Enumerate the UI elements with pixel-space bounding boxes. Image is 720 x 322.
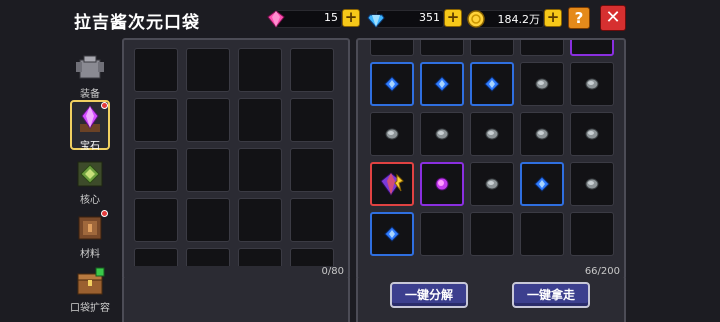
blue-gem-slot[interactable] bbox=[520, 162, 564, 206]
grey-gem-slot[interactable] bbox=[470, 162, 514, 206]
armor-icon bbox=[76, 55, 104, 79]
inventory-slot[interactable] bbox=[520, 40, 564, 56]
special-gem-icon bbox=[380, 172, 404, 196]
core-icon bbox=[77, 161, 103, 187]
blue-gem-slot[interactable] bbox=[470, 62, 514, 106]
empty-slot[interactable] bbox=[290, 198, 334, 242]
blue-gem-icon bbox=[484, 76, 500, 92]
nav-label: 口袋扩容 bbox=[70, 303, 110, 314]
grey-gem-slot[interactable] bbox=[420, 112, 464, 156]
blue-gem-slot[interactable] bbox=[420, 62, 464, 106]
empty-slot[interactable] bbox=[186, 148, 230, 192]
pink-gem-value: 15 bbox=[324, 11, 338, 24]
empty-slot[interactable] bbox=[570, 212, 614, 256]
empty-slot[interactable] bbox=[134, 248, 178, 266]
empty-slot[interactable] bbox=[420, 212, 464, 256]
inventory-slot[interactable] bbox=[370, 40, 414, 56]
inventory-slot[interactable] bbox=[420, 40, 464, 56]
empty-slot[interactable] bbox=[238, 248, 282, 266]
grey-gem-slot[interactable] bbox=[470, 112, 514, 156]
empty-slot[interactable] bbox=[290, 248, 334, 266]
blue-gem-slot[interactable] bbox=[370, 62, 414, 106]
empty-slot[interactable] bbox=[290, 48, 334, 92]
nav-item-materials[interactable]: 材料 bbox=[66, 210, 114, 264]
blue-gem-icon bbox=[384, 226, 400, 242]
notification-badge bbox=[101, 210, 108, 217]
gold-coin-value: 184.2万 bbox=[497, 13, 541, 26]
purple-gem-icon bbox=[435, 177, 449, 191]
empty-slot[interactable] bbox=[186, 98, 230, 142]
grey-gem-icon bbox=[585, 178, 599, 190]
grey-gem-slot[interactable] bbox=[370, 112, 414, 156]
empty-slot[interactable] bbox=[238, 148, 282, 192]
empty-slot[interactable] bbox=[290, 148, 334, 192]
page-title: 拉吉酱次元口袋 bbox=[74, 13, 200, 33]
empty-slot[interactable] bbox=[238, 98, 282, 142]
nav-item-core[interactable]: 核心 bbox=[66, 158, 114, 210]
empty-slot[interactable] bbox=[238, 48, 282, 92]
help-button[interactable]: ? bbox=[568, 7, 590, 29]
empty-slot[interactable] bbox=[134, 198, 178, 242]
empty-slot[interactable] bbox=[134, 48, 178, 92]
nav-label: 装备 bbox=[80, 89, 100, 100]
empty-slot[interactable] bbox=[134, 98, 178, 142]
decompose-all-button[interactable]: 一键分解 bbox=[390, 282, 468, 308]
empty-slot[interactable] bbox=[238, 198, 282, 242]
empty-slot[interactable] bbox=[134, 148, 178, 192]
pocket-storage-panel: 0/80 bbox=[122, 38, 350, 280]
purple-gem-slot[interactable] bbox=[420, 162, 464, 206]
notification-badge bbox=[101, 102, 108, 109]
empty-slot[interactable] bbox=[470, 212, 514, 256]
blue-gem-slot[interactable] bbox=[370, 212, 414, 256]
inventory-slot[interactable] bbox=[570, 40, 614, 56]
inventory-slot[interactable] bbox=[470, 40, 514, 56]
empty-slot[interactable] bbox=[186, 48, 230, 92]
blue-gem-icon bbox=[434, 76, 450, 92]
special-gem-slot[interactable] bbox=[370, 162, 414, 206]
grey-gem-icon bbox=[585, 78, 599, 90]
grey-gem-slot[interactable] bbox=[570, 62, 614, 106]
nav-label: 宝石 bbox=[80, 141, 100, 152]
inventory-capacity: 66/200 bbox=[584, 266, 620, 277]
buy-pink-gem-button[interactable]: + bbox=[342, 9, 360, 27]
close-button[interactable]: ✕ bbox=[600, 5, 626, 31]
grey-gem-icon bbox=[585, 128, 599, 140]
grey-gem-icon bbox=[435, 128, 449, 140]
blue-gem-icon bbox=[534, 176, 550, 192]
blue-diamond-value: 351 bbox=[419, 11, 440, 24]
empty-slot[interactable] bbox=[520, 212, 564, 256]
pink-gem-counter: 15 + bbox=[266, 8, 360, 30]
grey-gem-icon bbox=[385, 128, 399, 140]
take-all-button[interactable]: 一键拿走 bbox=[512, 282, 590, 308]
grey-gem-icon bbox=[535, 78, 549, 90]
blue-gem-icon bbox=[384, 76, 400, 92]
gem-inventory-panel: 66/200 bbox=[356, 38, 626, 280]
grey-gem-slot[interactable] bbox=[520, 112, 564, 156]
grey-gem-icon bbox=[535, 128, 549, 140]
nav-item-equipment[interactable]: 装备 bbox=[66, 52, 114, 104]
chest-expand-icon bbox=[77, 267, 105, 295]
grey-gem-slot[interactable] bbox=[520, 62, 564, 106]
material-box-icon bbox=[78, 216, 102, 240]
empty-slot[interactable] bbox=[186, 198, 230, 242]
grey-gem-slot[interactable] bbox=[570, 112, 614, 156]
grey-gem-icon bbox=[485, 178, 499, 190]
gem-crystal-icon bbox=[80, 105, 100, 132]
empty-slot[interactable] bbox=[290, 98, 334, 142]
blue-diamond-counter: 351 + bbox=[366, 8, 462, 30]
buy-gold-button[interactable]: + bbox=[544, 9, 562, 27]
buy-diamond-button[interactable]: + bbox=[444, 9, 462, 27]
pocket-capacity: 0/80 bbox=[321, 266, 344, 277]
grey-gem-slot[interactable] bbox=[570, 162, 614, 206]
gold-coin-counter: 184.2万 + bbox=[466, 8, 562, 30]
pocket-grid bbox=[134, 48, 342, 266]
pocket-footer bbox=[122, 278, 350, 322]
nav-item-expand-pocket[interactable]: 口袋扩容 bbox=[66, 266, 114, 318]
nav-label: 核心 bbox=[80, 195, 100, 206]
gem-grid bbox=[366, 40, 618, 264]
grey-gem-icon bbox=[485, 128, 499, 140]
empty-slot[interactable] bbox=[186, 248, 230, 266]
nav-item-gems[interactable]: 宝石 bbox=[66, 100, 114, 156]
nav-label: 材料 bbox=[80, 249, 100, 260]
